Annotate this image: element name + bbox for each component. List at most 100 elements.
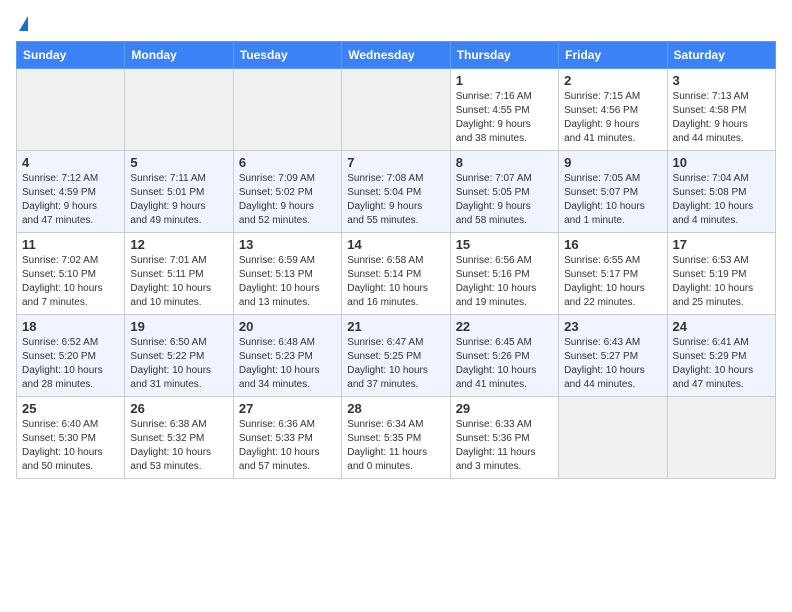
day-number: 1	[456, 73, 553, 88]
day-info: Sunrise: 6:41 AM Sunset: 5:29 PM Dayligh…	[673, 336, 770, 392]
calendar-row: 1 Sunrise: 7:16 AM Sunset: 4:55 PM Daylig…	[17, 69, 776, 151]
calendar-cell	[342, 69, 450, 151]
day-number: 4	[22, 155, 119, 170]
calendar-cell: 21 Sunrise: 6:47 AM Sunset: 5:25 PM Dayli…	[342, 315, 450, 397]
calendar-row: 25Sunrise: 6:40 AM Sunset: 5:30 PM Dayli…	[17, 397, 776, 479]
day-number: 3	[673, 73, 770, 88]
day-info: Sunrise: 6:58 AM Sunset: 5:14 PM Dayligh…	[347, 254, 444, 310]
calendar-cell: 25Sunrise: 6:40 AM Sunset: 5:30 PM Dayli…	[17, 397, 125, 479]
calendar-cell: 8 Sunrise: 7:07 AM Sunset: 5:05 PM Daylig…	[450, 151, 558, 233]
calendar-cell	[17, 69, 125, 151]
day-number: 15	[456, 237, 553, 252]
day-number: 8	[456, 155, 553, 170]
calendar-cell: 12 Sunrise: 7:01 AM Sunset: 5:11 PM Dayli…	[125, 233, 233, 315]
day-info: Sunrise: 7:02 AM Sunset: 5:10 PM Dayligh…	[22, 254, 119, 310]
day-number: 10	[673, 155, 770, 170]
calendar-cell: 2Sunrise: 7:15 AM Sunset: 4:56 PM Daylig…	[559, 69, 667, 151]
day-info: Sunrise: 6:50 AM Sunset: 5:22 PM Dayligh…	[130, 336, 227, 392]
day-number: 19	[130, 319, 227, 334]
day-number: 16	[564, 237, 661, 252]
day-info: Sunrise: 6:59 AM Sunset: 5:13 PM Dayligh…	[239, 254, 336, 310]
calendar-cell: 23 Sunrise: 6:43 AM Sunset: 5:27 PM Dayli…	[559, 315, 667, 397]
calendar-cell: 19 Sunrise: 6:50 AM Sunset: 5:22 PM Dayli…	[125, 315, 233, 397]
calendar-cell: 16 Sunrise: 6:55 AM Sunset: 5:17 PM Dayli…	[559, 233, 667, 315]
day-info: Sunrise: 6:38 AM Sunset: 5:32 PM Dayligh…	[130, 418, 227, 474]
day-number: 11	[22, 237, 119, 252]
weekday-header-row: SundayMondayTuesdayWednesdayThursdayFrid…	[17, 42, 776, 69]
calendar-cell	[667, 397, 775, 479]
day-info: Sunrise: 6:47 AM Sunset: 5:25 PM Dayligh…	[347, 336, 444, 392]
day-info: Sunrise: 6:53 AM Sunset: 5:19 PM Dayligh…	[673, 254, 770, 310]
day-number: 12	[130, 237, 227, 252]
day-number: 20	[239, 319, 336, 334]
day-info: Sunrise: 7:07 AM Sunset: 5:05 PM Dayligh…	[456, 172, 553, 228]
day-number: 22	[456, 319, 553, 334]
calendar-cell: 7 Sunrise: 7:08 AM Sunset: 5:04 PM Daylig…	[342, 151, 450, 233]
weekday-header-sunday: Sunday	[17, 42, 125, 69]
day-number: 14	[347, 237, 444, 252]
day-info: Sunrise: 6:34 AM Sunset: 5:35 PM Dayligh…	[347, 418, 444, 474]
calendar-cell: 28 Sunrise: 6:34 AM Sunset: 5:35 PM Dayli…	[342, 397, 450, 479]
calendar-cell: 29 Sunrise: 6:33 AM Sunset: 5:36 PM Dayli…	[450, 397, 558, 479]
calendar-table: SundayMondayTuesdayWednesdayThursdayFrid…	[16, 41, 776, 479]
calendar-cell: 6Sunrise: 7:09 AM Sunset: 5:02 PM Daylig…	[233, 151, 341, 233]
calendar-cell: 24 Sunrise: 6:41 AM Sunset: 5:29 PM Dayli…	[667, 315, 775, 397]
day-info: Sunrise: 7:15 AM Sunset: 4:56 PM Dayligh…	[564, 90, 661, 146]
day-number: 24	[673, 319, 770, 334]
day-number: 17	[673, 237, 770, 252]
weekday-header-wednesday: Wednesday	[342, 42, 450, 69]
calendar-cell: 13 Sunrise: 6:59 AM Sunset: 5:13 PM Dayli…	[233, 233, 341, 315]
day-info: Sunrise: 6:33 AM Sunset: 5:36 PM Dayligh…	[456, 418, 553, 474]
calendar-cell: 26 Sunrise: 6:38 AM Sunset: 5:32 PM Dayli…	[125, 397, 233, 479]
calendar-row: 11 Sunrise: 7:02 AM Sunset: 5:10 PM Dayli…	[17, 233, 776, 315]
calendar-cell: 1 Sunrise: 7:16 AM Sunset: 4:55 PM Daylig…	[450, 69, 558, 151]
day-number: 23	[564, 319, 661, 334]
day-number: 27	[239, 401, 336, 416]
calendar-cell: 10 Sunrise: 7:04 AM Sunset: 5:08 PM Dayli…	[667, 151, 775, 233]
day-info: Sunrise: 6:48 AM Sunset: 5:23 PM Dayligh…	[239, 336, 336, 392]
calendar-cell: 4Sunrise: 7:12 AM Sunset: 4:59 PM Daylig…	[17, 151, 125, 233]
day-number: 26	[130, 401, 227, 416]
day-info: Sunrise: 6:45 AM Sunset: 5:26 PM Dayligh…	[456, 336, 553, 392]
day-number: 5	[130, 155, 227, 170]
calendar-row: 18 Sunrise: 6:52 AM Sunset: 5:20 PM Dayli…	[17, 315, 776, 397]
calendar-cell: 22 Sunrise: 6:45 AM Sunset: 5:26 PM Dayli…	[450, 315, 558, 397]
calendar-cell: 3 Sunrise: 7:13 AM Sunset: 4:58 PM Daylig…	[667, 69, 775, 151]
day-info: Sunrise: 6:36 AM Sunset: 5:33 PM Dayligh…	[239, 418, 336, 474]
day-info: Sunrise: 6:40 AM Sunset: 5:30 PM Dayligh…	[22, 418, 119, 474]
calendar-cell: 15 Sunrise: 6:56 AM Sunset: 5:16 PM Dayli…	[450, 233, 558, 315]
day-info: Sunrise: 7:13 AM Sunset: 4:58 PM Dayligh…	[673, 90, 770, 146]
calendar-cell	[125, 69, 233, 151]
day-number: 28	[347, 401, 444, 416]
day-number: 13	[239, 237, 336, 252]
calendar-cell: 5Sunrise: 7:11 AM Sunset: 5:01 PM Daylig…	[125, 151, 233, 233]
weekday-header-saturday: Saturday	[667, 42, 775, 69]
day-number: 21	[347, 319, 444, 334]
calendar-cell: 9Sunrise: 7:05 AM Sunset: 5:07 PM Daylig…	[559, 151, 667, 233]
day-info: Sunrise: 7:04 AM Sunset: 5:08 PM Dayligh…	[673, 172, 770, 228]
calendar-cell: 27 Sunrise: 6:36 AM Sunset: 5:33 PM Dayli…	[233, 397, 341, 479]
weekday-header-thursday: Thursday	[450, 42, 558, 69]
day-info: Sunrise: 7:16 AM Sunset: 4:55 PM Dayligh…	[456, 90, 553, 146]
day-number: 18	[22, 319, 119, 334]
logo-triangle-icon	[19, 16, 28, 31]
calendar-cell: 14 Sunrise: 6:58 AM Sunset: 5:14 PM Dayli…	[342, 233, 450, 315]
day-info: Sunrise: 7:09 AM Sunset: 5:02 PM Dayligh…	[239, 172, 336, 228]
calendar-cell: 17 Sunrise: 6:53 AM Sunset: 5:19 PM Dayli…	[667, 233, 775, 315]
day-info: Sunrise: 6:52 AM Sunset: 5:20 PM Dayligh…	[22, 336, 119, 392]
day-number: 7	[347, 155, 444, 170]
day-info: Sunrise: 7:01 AM Sunset: 5:11 PM Dayligh…	[130, 254, 227, 310]
weekday-header-tuesday: Tuesday	[233, 42, 341, 69]
day-info: Sunrise: 7:08 AM Sunset: 5:04 PM Dayligh…	[347, 172, 444, 228]
calendar-row: 4Sunrise: 7:12 AM Sunset: 4:59 PM Daylig…	[17, 151, 776, 233]
calendar-cell	[559, 397, 667, 479]
weekday-header-monday: Monday	[125, 42, 233, 69]
day-number: 29	[456, 401, 553, 416]
day-info: Sunrise: 6:56 AM Sunset: 5:16 PM Dayligh…	[456, 254, 553, 310]
calendar-cell: 20 Sunrise: 6:48 AM Sunset: 5:23 PM Dayli…	[233, 315, 341, 397]
day-info: Sunrise: 6:55 AM Sunset: 5:17 PM Dayligh…	[564, 254, 661, 310]
day-info: Sunrise: 6:43 AM Sunset: 5:27 PM Dayligh…	[564, 336, 661, 392]
day-info: Sunrise: 7:05 AM Sunset: 5:07 PM Dayligh…	[564, 172, 661, 228]
calendar-cell: 18 Sunrise: 6:52 AM Sunset: 5:20 PM Dayli…	[17, 315, 125, 397]
page-header	[16, 16, 776, 31]
